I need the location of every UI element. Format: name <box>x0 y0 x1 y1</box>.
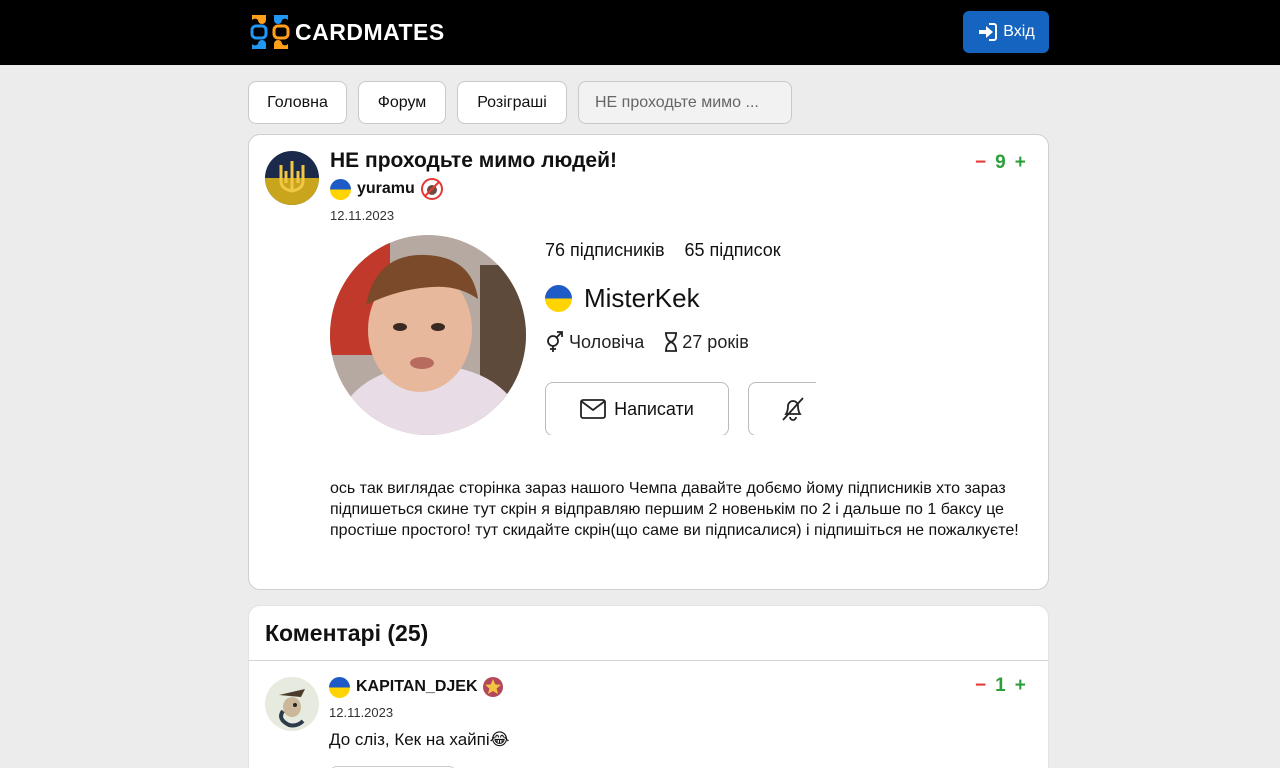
mute-notifications-button <box>748 382 816 435</box>
cardmates-logo-icon <box>250 15 290 49</box>
profile-username: MisterKek <box>584 283 700 313</box>
comment-author-name: KAPITAN_DJEK <box>356 678 478 695</box>
profile-meta: Чоловіча 27 років <box>545 331 769 353</box>
comment-rating: 1 <box>995 675 1006 696</box>
author-avatar[interactable] <box>265 151 319 205</box>
age-value: 27 років <box>682 331 749 352</box>
profile-stats: 76 підписників 65 підписок <box>545 240 781 261</box>
no-bomb-badge-icon <box>420 178 443 200</box>
pirate-avatar-icon <box>265 677 319 731</box>
following-count: 65 підписок <box>684 240 781 260</box>
comments-title: Коментарі (25) <box>265 620 429 646</box>
comment-downvote-button[interactable]: − <box>975 675 986 697</box>
gender-value: Чоловіча <box>569 331 645 352</box>
ukraine-flag-icon <box>329 676 350 698</box>
ukraine-flag-icon <box>545 285 572 312</box>
logo-text: CARDMATES <box>295 18 445 45</box>
profile-age: 27 років <box>664 331 749 353</box>
profile-gender: Чоловіча <box>545 331 644 353</box>
post-date: 12.11.2023 <box>330 208 395 223</box>
post-rating: 9 <box>995 152 1006 173</box>
login-button[interactable]: Вхід <box>963 11 1049 53</box>
trident-avatar-icon <box>265 151 319 205</box>
ukraine-flag-icon <box>330 178 351 200</box>
comments-section: Коментарі (25) KAPITAN_DJEK 12.11.2023 Д… <box>248 605 1049 768</box>
post-author[interactable]: yuramu <box>330 178 443 200</box>
envelope-icon <box>580 399 607 419</box>
top-navigation-bar: CARDMATES Вхід <box>0 0 1280 65</box>
followers-count: 76 підписників <box>545 240 665 260</box>
profile-name: MisterKek <box>545 283 700 314</box>
write-message-button: Написати <box>545 382 729 435</box>
write-message-label: Написати <box>614 398 694 419</box>
post-title: НЕ проходьте мимо людей! <box>330 149 617 172</box>
comment-text: До сліз, Кек на хайпі😂 <box>329 730 510 749</box>
login-label: Вхід <box>1003 23 1035 40</box>
profile-screenshot: 76 підписників 65 підписок MisterKek Чол… <box>330 235 816 435</box>
breadcrumb-home[interactable]: Головна <box>248 81 347 124</box>
post-vote: − 9 + <box>975 152 1026 174</box>
divider <box>249 660 1048 661</box>
bell-slash-icon <box>782 397 804 421</box>
sign-in-icon <box>979 23 998 41</box>
downvote-button[interactable]: − <box>975 152 986 174</box>
star-badge-icon <box>482 677 503 697</box>
comment-vote: − 1 + <box>975 675 1026 697</box>
upvote-button[interactable]: + <box>1015 152 1026 174</box>
comment-author-avatar[interactable] <box>265 677 319 731</box>
breadcrumb: Головна Форум Розіграші НЕ проходьте мим… <box>248 81 803 124</box>
gender-icon <box>547 331 563 352</box>
comment-upvote-button[interactable]: + <box>1015 675 1026 697</box>
post-author-name: yuramu <box>357 180 415 197</box>
profile-photo <box>330 235 526 435</box>
comment-author[interactable]: KAPITAN_DJEK <box>329 676 504 698</box>
post-body: ось так виглядає сторінка зараз нашого Ч… <box>330 480 1019 539</box>
breadcrumb-forum[interactable]: Форум <box>358 81 446 124</box>
breadcrumb-current-post: НЕ проходьте мимо ... <box>578 81 792 124</box>
comment-date: 12.11.2023 <box>329 705 394 720</box>
hourglass-icon <box>665 332 678 352</box>
logo[interactable]: CARDMATES <box>248 11 445 53</box>
post-card: НЕ проходьте мимо людей! yuramu 12.11.20… <box>248 134 1049 590</box>
breadcrumb-giveaways[interactable]: Розіграші <box>457 81 567 124</box>
